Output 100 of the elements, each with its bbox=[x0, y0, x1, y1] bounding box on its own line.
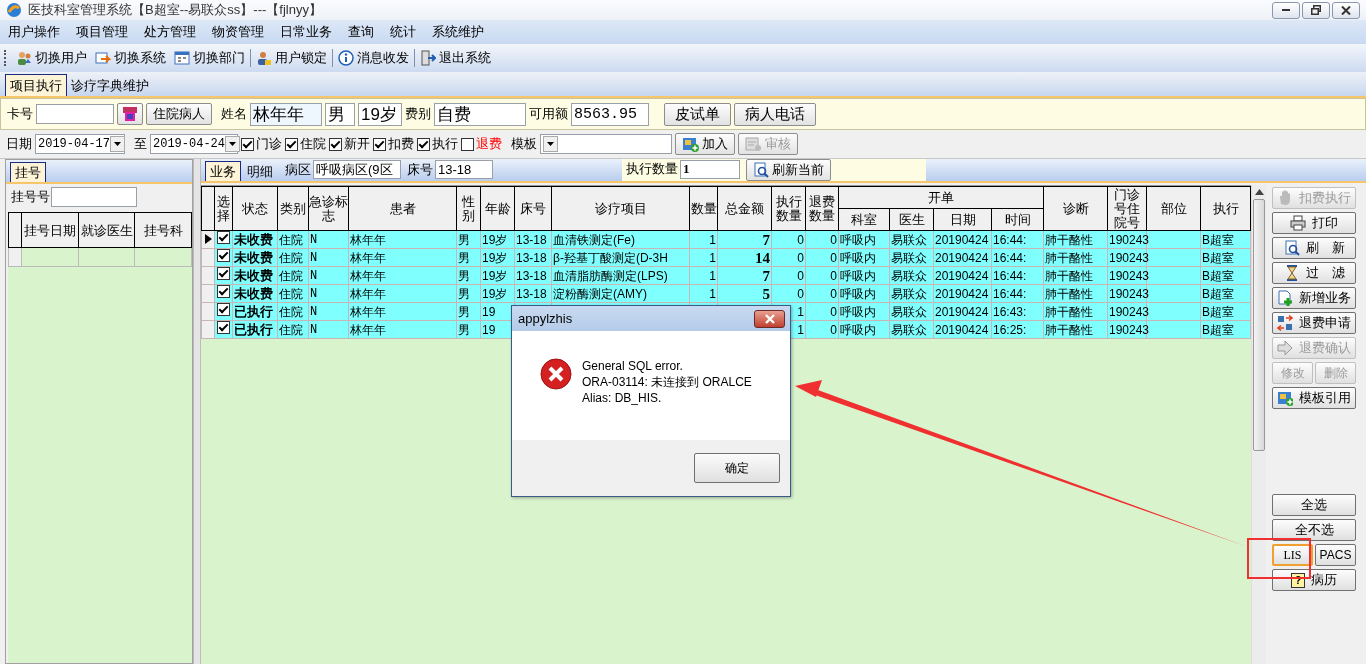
menu-item[interactable]: 查询 bbox=[340, 23, 382, 41]
menu-item[interactable]: 用户操作 bbox=[0, 23, 68, 41]
card-number-field[interactable] bbox=[36, 104, 114, 124]
toolbar-button[interactable]: 切换部门 bbox=[170, 47, 249, 69]
page-search-icon bbox=[753, 162, 769, 178]
user-lock-icon bbox=[256, 50, 272, 66]
checkbox-label: 扣费 bbox=[388, 135, 414, 153]
inpatient-button[interactable]: 住院病人 bbox=[146, 103, 212, 125]
date-picker[interactable]: 2019-04-24 bbox=[150, 134, 238, 154]
tab[interactable]: 项目执行 bbox=[5, 74, 67, 96]
field-label: 日期 bbox=[6, 135, 32, 153]
info-icon bbox=[338, 50, 354, 66]
calendar-icon bbox=[174, 50, 190, 66]
checkbox[interactable] bbox=[373, 137, 386, 151]
menu-item[interactable]: 统计 bbox=[382, 23, 424, 41]
checkbox-label: 执行 bbox=[432, 135, 458, 153]
restore-button[interactable] bbox=[1302, 1, 1330, 19]
side-button[interactable]: 过 滤 bbox=[1272, 262, 1356, 284]
checkbox[interactable] bbox=[217, 231, 230, 244]
close-button[interactable] bbox=[1332, 1, 1360, 19]
column-header: 开单 bbox=[838, 186, 1044, 209]
ok-button[interactable]: 确定 bbox=[694, 453, 780, 483]
ward-field[interactable]: 呼吸病区(9区 bbox=[313, 160, 401, 179]
column-header: 挂号日期 bbox=[21, 212, 79, 248]
toolbar-button[interactable]: 切换系统 bbox=[91, 47, 170, 69]
scrollbar[interactable] bbox=[1251, 185, 1266, 664]
column-header: 类别 bbox=[277, 186, 309, 231]
checkbox[interactable] bbox=[461, 137, 474, 151]
side-button[interactable]: 全不选 bbox=[1272, 519, 1356, 541]
side-button[interactable]: 刷 新 bbox=[1272, 237, 1356, 259]
fee-type-field[interactable]: 自费 bbox=[434, 102, 526, 126]
field-label: 床号 bbox=[407, 161, 433, 179]
image-add-icon bbox=[682, 136, 699, 152]
field-label: 卡号 bbox=[7, 105, 33, 123]
tab[interactable]: 业务 bbox=[205, 161, 241, 181]
toolbar-button[interactable]: 皮试单 bbox=[664, 102, 731, 126]
toolbar-button[interactable]: 切换用户 bbox=[12, 47, 91, 69]
tab[interactable]: 明细 bbox=[243, 162, 277, 181]
column-header: 床号 bbox=[514, 186, 552, 231]
column-header: 部位 bbox=[1146, 186, 1201, 231]
column-header: 诊疗项目 bbox=[551, 186, 690, 231]
bed-field[interactable]: 13-18 bbox=[435, 160, 493, 179]
menu-item[interactable]: 物资管理 bbox=[204, 23, 272, 41]
toolbar-button[interactable]: 退出系统 bbox=[416, 47, 495, 69]
side-button[interactable]: 打印 bbox=[1272, 212, 1356, 234]
scrollbar-thumb[interactable] bbox=[1253, 199, 1265, 451]
exec-count-field[interactable]: 1 bbox=[680, 159, 740, 179]
checkbox[interactable] bbox=[217, 267, 230, 280]
side-button[interactable]: PACS bbox=[1315, 544, 1356, 566]
checkbox[interactable] bbox=[417, 137, 430, 151]
checkbox-label: 住院 bbox=[300, 135, 326, 153]
image-add-icon bbox=[1277, 390, 1293, 406]
balance-field[interactable]: 8563.95 bbox=[571, 102, 649, 126]
menu-item[interactable]: 系统维护 bbox=[424, 23, 492, 41]
column-header: 数量 bbox=[689, 186, 718, 231]
side-button[interactable]: 全选 bbox=[1272, 494, 1356, 516]
toolbar-button[interactable]: 消息收发 bbox=[334, 47, 413, 69]
template-dropdown[interactable] bbox=[540, 134, 672, 154]
tab[interactable]: 挂号 bbox=[10, 162, 46, 182]
checkbox[interactable] bbox=[241, 137, 254, 151]
dialog-title: appylzhis bbox=[518, 311, 573, 326]
age-field[interactable]: 19岁 bbox=[358, 102, 402, 126]
refresh-button[interactable]: 刷新当前 bbox=[746, 159, 831, 181]
card-reader-button[interactable] bbox=[117, 103, 143, 125]
registration-number-field[interactable] bbox=[51, 187, 137, 207]
document-add-icon bbox=[1277, 290, 1293, 306]
column-header: 挂号科 bbox=[134, 212, 192, 248]
column-header: 退费数量 bbox=[805, 186, 839, 231]
exit-door-icon bbox=[420, 50, 436, 66]
row-pointer-icon bbox=[204, 233, 212, 244]
side-button[interactable]: 模板引用 bbox=[1272, 387, 1356, 409]
users-icon bbox=[16, 50, 32, 66]
menu-item[interactable]: 项目管理 bbox=[68, 23, 136, 41]
tab[interactable]: 诊疗字典维护 bbox=[67, 75, 153, 96]
side-button[interactable]: 新增业务 bbox=[1272, 287, 1356, 309]
checkbox[interactable] bbox=[217, 303, 230, 316]
name-field[interactable]: 林年年 bbox=[250, 102, 322, 126]
toolbar-button[interactable]: 病人电话 bbox=[734, 102, 816, 126]
checkbox-label: 新开 bbox=[344, 135, 370, 153]
side-button[interactable]: LIS bbox=[1272, 544, 1313, 566]
minimize-button[interactable] bbox=[1272, 1, 1300, 19]
column-header: 总金额 bbox=[717, 186, 772, 231]
column-header: 患者 bbox=[348, 186, 457, 231]
sex-field[interactable]: 男 bbox=[325, 102, 355, 126]
menu-item[interactable]: 日常业务 bbox=[272, 23, 340, 41]
column-header: 年龄 bbox=[480, 186, 515, 231]
checkbox[interactable] bbox=[217, 321, 230, 334]
checkbox[interactable] bbox=[329, 137, 342, 151]
printer-icon bbox=[1290, 215, 1306, 231]
checkbox[interactable] bbox=[217, 285, 230, 298]
close-button[interactable] bbox=[754, 309, 785, 328]
toolbar-button[interactable]: 用户锁定 bbox=[252, 47, 331, 69]
column-header: 急诊标志 bbox=[308, 186, 349, 231]
menu-item[interactable]: 处方管理 bbox=[136, 23, 204, 41]
add-button[interactable]: 加入 bbox=[675, 133, 735, 155]
checkbox[interactable] bbox=[217, 249, 230, 262]
date-picker[interactable]: 2019-04-17 bbox=[35, 134, 125, 154]
scroll-up-icon bbox=[1254, 189, 1264, 195]
checkbox[interactable] bbox=[285, 137, 298, 151]
side-button[interactable]: 退费申请 bbox=[1272, 312, 1356, 334]
